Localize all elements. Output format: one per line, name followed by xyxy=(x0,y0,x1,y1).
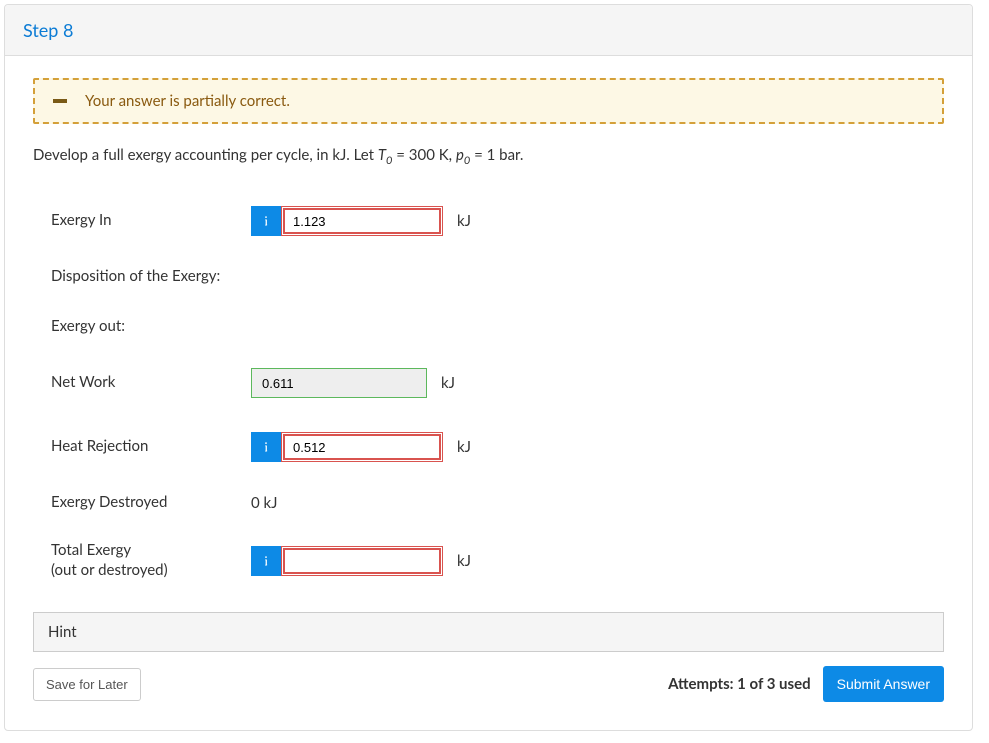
hint-label: Hint xyxy=(48,623,77,641)
step-title: Step 8 xyxy=(23,19,954,41)
step-panel: Step 8 Your answer is partially correct.… xyxy=(4,4,973,731)
disposition-label: Disposition of the Exergy: xyxy=(51,267,220,287)
t-symbol: T xyxy=(378,146,386,164)
heat-rejection-input-group: kJ xyxy=(251,432,471,462)
heat-rejection-input[interactable] xyxy=(284,435,440,459)
net-work-input-wrap xyxy=(251,368,427,398)
info-icon xyxy=(260,441,272,453)
panel-header: Step 8 xyxy=(5,5,972,56)
info-button-heat-rejection[interactable] xyxy=(251,432,281,462)
exergy-in-input[interactable] xyxy=(284,209,440,233)
info-icon xyxy=(260,215,272,227)
info-button-total-exergy[interactable] xyxy=(251,546,281,576)
exergy-in-input-wrap xyxy=(281,206,443,236)
net-work-input-group: kJ xyxy=(251,368,455,398)
total-exergy-input-wrap xyxy=(281,546,443,576)
feedback-box: Your answer is partially correct. xyxy=(33,78,944,124)
heat-rejection-unit: kJ xyxy=(457,438,471,456)
t-equals: = 300 K, xyxy=(392,146,456,164)
total-exergy-row: Total Exergy (out or destroyed) kJ xyxy=(51,541,926,580)
net-work-input[interactable] xyxy=(251,368,427,398)
partial-correct-icon xyxy=(53,99,67,103)
feedback-message: Your answer is partially correct. xyxy=(85,92,290,110)
heat-rejection-row: Heat Rejection kJ xyxy=(51,429,926,465)
heat-rejection-input-wrap xyxy=(281,432,443,462)
total-exergy-input-group: kJ xyxy=(251,546,471,576)
info-icon xyxy=(260,555,272,567)
total-exergy-unit: kJ xyxy=(457,552,471,570)
exergy-destroyed-row: Exergy Destroyed 0 kJ xyxy=(51,485,926,521)
total-exergy-label-line2: (out or destroyed) xyxy=(51,561,168,579)
exergy-destroyed-label: Exergy Destroyed xyxy=(51,493,251,513)
exergy-in-row: Exergy In kJ xyxy=(51,203,926,239)
footer-row: Save for Later Attempts: 1 of 3 used Sub… xyxy=(33,666,944,702)
total-exergy-label-line1: Total Exergy xyxy=(51,541,131,559)
question-text: Develop a full exergy accounting per cyc… xyxy=(33,146,944,167)
p-equals: = 1 bar. xyxy=(470,146,523,164)
exergy-in-unit: kJ xyxy=(457,212,471,230)
exergy-in-input-group: kJ xyxy=(251,206,471,236)
total-exergy-label: Total Exergy (out or destroyed) xyxy=(51,541,251,580)
exergy-out-label: Exergy out: xyxy=(51,317,251,337)
net-work-row: Net Work kJ xyxy=(51,365,926,401)
panel-body: Your answer is partially correct. Develo… xyxy=(5,56,972,730)
attempts-text: Attempts: 1 of 3 used xyxy=(668,675,811,693)
exergy-destroyed-value: 0 kJ xyxy=(251,494,278,512)
heat-rejection-label: Heat Rejection xyxy=(51,437,251,457)
hint-bar[interactable]: Hint xyxy=(33,612,944,652)
total-exergy-input[interactable] xyxy=(284,549,440,573)
info-button-exergy-in[interactable] xyxy=(251,206,281,236)
fields-container: Exergy In kJ Disposition of the Exergy: … xyxy=(33,203,944,580)
save-for-later-button[interactable]: Save for Later xyxy=(33,668,141,701)
net-work-unit: kJ xyxy=(441,374,455,392)
exergy-in-label: Exergy In xyxy=(51,211,251,231)
exergy-out-row: Exergy out: xyxy=(51,309,926,345)
submit-answer-button[interactable]: Submit Answer xyxy=(823,666,944,702)
question-prefix: Develop a full exergy accounting per cyc… xyxy=(33,146,378,164)
p-symbol: p xyxy=(456,146,464,164)
net-work-label: Net Work xyxy=(51,373,251,393)
disposition-row: Disposition of the Exergy: xyxy=(51,259,926,295)
footer-right: Attempts: 1 of 3 used Submit Answer xyxy=(668,666,944,702)
